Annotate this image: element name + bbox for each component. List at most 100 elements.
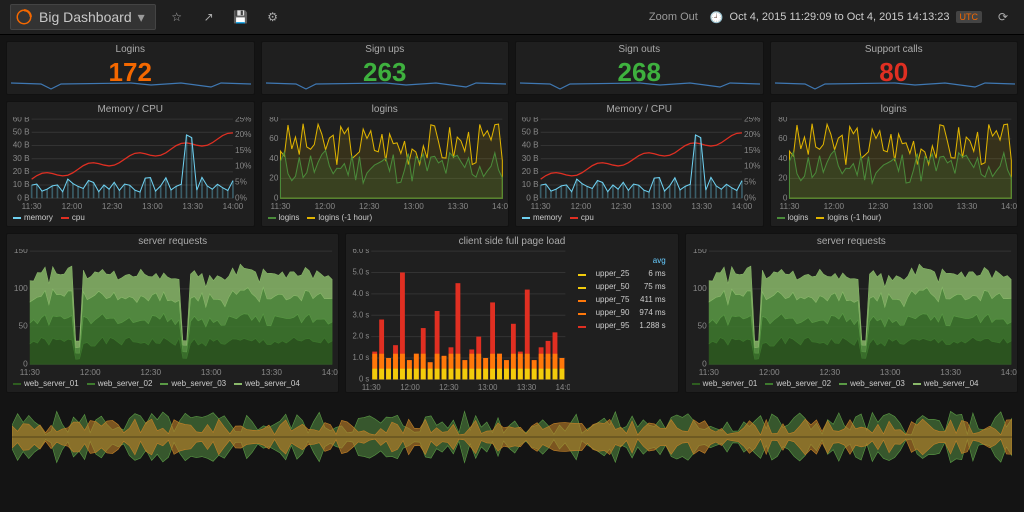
panel-footer-sparkline[interactable] [12,399,1012,475]
svg-text:11:30: 11:30 [270,201,290,211]
svg-text:13:30: 13:30 [691,201,712,211]
svg-text:6.0 s: 6.0 s [353,249,370,255]
svg-text:11:30: 11:30 [531,201,551,211]
clock-icon: 🕘 [710,11,724,24]
grafana-icon [15,8,33,26]
svg-text:12:00: 12:00 [62,201,83,211]
svg-text:20%: 20% [235,129,252,139]
svg-text:12:30: 12:30 [819,367,840,377]
svg-text:5%: 5% [235,176,247,186]
svg-text:13:00: 13:00 [403,201,424,211]
svg-text:11:30: 11:30 [22,201,42,211]
svg-text:13:00: 13:00 [142,201,163,211]
svg-text:20%: 20% [744,129,761,139]
panel-logins-1[interactable]: logins 02040608011:3012:0012:3013:0013:3… [261,101,510,227]
stat-panel-sign-outs[interactable]: Sign outs 268 [515,41,764,95]
svg-text:60 B: 60 B [13,117,30,123]
svg-text:12:00: 12:00 [314,201,335,211]
svg-text:13:00: 13:00 [879,367,900,377]
svg-text:10 B: 10 B [13,179,30,189]
svg-text:1.0 s: 1.0 s [353,353,370,362]
svg-text:12:30: 12:30 [102,201,123,211]
svg-text:60 B: 60 B [522,117,539,123]
svg-text:10%: 10% [744,161,761,171]
svg-text:40: 40 [778,153,787,163]
svg-text:14:00: 14:00 [223,201,244,211]
time-range-picker[interactable]: 🕘 Oct 4, 2015 11:29:09 to Oct 4, 2015 14… [710,11,982,24]
stat-panel-sign-ups[interactable]: Sign ups 263 [261,41,510,95]
svg-text:5.0 s: 5.0 s [353,267,370,276]
svg-text:150: 150 [693,249,707,255]
panel-page-load[interactable]: client side full page load 0 s1.0 s2.0 s… [345,233,678,393]
svg-text:12:00: 12:00 [759,367,780,377]
svg-text:50 B: 50 B [522,126,539,136]
svg-text:14:00: 14:00 [732,201,753,211]
sparkline [266,77,506,91]
panel-memory-cpu-2[interactable]: Memory / CPU 0 B10 B20 B30 B40 B50 B60 B… [515,101,764,227]
dashboard-picker[interactable]: Big Dashboard ▾ [10,4,156,30]
svg-text:60: 60 [778,133,787,143]
page-load-legend-table: avgupper_256 msupper_5075 msupper_75411 … [572,253,672,333]
svg-text:14:00: 14:00 [492,201,508,211]
svg-text:11:30: 11:30 [20,367,40,377]
sparkline [11,77,251,91]
panel-server-requests-2[interactable]: server requests 05010015011:3012:0012:30… [685,233,1018,393]
svg-text:25%: 25% [744,117,761,123]
svg-text:100: 100 [14,283,28,293]
svg-text:40 B: 40 B [13,139,30,149]
stat-panel-support-calls[interactable]: Support calls 80 [770,41,1019,95]
svg-text:12:30: 12:30 [611,201,632,211]
top-toolbar: Big Dashboard ▾ ☆ ↗ 💾 ⚙ Zoom Out 🕘 Oct 4… [0,0,1024,35]
svg-text:14:00: 14:00 [1001,201,1017,211]
svg-text:13:00: 13:00 [201,367,222,377]
svg-text:5%: 5% [744,176,756,186]
svg-text:2.0 s: 2.0 s [353,331,370,340]
svg-text:11:30: 11:30 [362,383,381,392]
svg-text:12:30: 12:30 [358,201,379,211]
svg-text:60: 60 [269,133,278,143]
svg-text:40 B: 40 B [522,139,539,149]
svg-text:14:00: 14:00 [556,383,570,392]
stat-panel-logins[interactable]: Logins 172 [6,41,255,95]
panel-server-requests-1[interactable]: server requests 05010015011:3012:0012:30… [6,233,339,393]
svg-text:11:30: 11:30 [698,367,718,377]
svg-text:150: 150 [14,249,28,255]
refresh-button[interactable]: ⟳ [992,6,1014,28]
svg-text:4.0 s: 4.0 s [353,289,370,298]
svg-text:20 B: 20 B [13,166,30,176]
time-range-text: Oct 4, 2015 11:29:09 to Oct 4, 2015 14:1… [730,11,950,23]
svg-text:50: 50 [19,321,29,331]
svg-text:30 B: 30 B [13,153,30,163]
zoom-out-button[interactable]: Zoom Out [649,11,698,23]
star-button[interactable]: ☆ [166,6,188,28]
svg-text:14:00: 14:00 [1000,367,1017,377]
svg-text:15%: 15% [235,145,252,155]
sparkline [520,77,760,91]
svg-text:20: 20 [269,172,278,182]
svg-text:80: 80 [269,117,278,123]
settings-button[interactable]: ⚙ [262,6,284,28]
panel-memory-cpu-1[interactable]: Memory / CPU 0 B10 B20 B30 B40 B50 B60 B… [6,101,255,227]
svg-text:13:30: 13:30 [956,201,977,211]
share-button[interactable]: ↗ [198,6,220,28]
svg-text:20 B: 20 B [522,166,539,176]
panel-logins-2[interactable]: logins 02040608011:3012:0012:3013:0013:3… [770,101,1019,227]
svg-text:12:00: 12:00 [401,383,421,392]
svg-text:40: 40 [269,153,278,163]
svg-text:50 B: 50 B [13,126,30,136]
timezone-badge: UTC [956,11,983,23]
save-button[interactable]: 💾 [230,6,252,28]
svg-text:15%: 15% [744,145,761,155]
svg-text:13:00: 13:00 [912,201,933,211]
svg-text:13:30: 13:30 [940,367,961,377]
svg-text:12:00: 12:00 [823,201,844,211]
svg-text:12:00: 12:00 [571,201,592,211]
svg-text:12:30: 12:30 [867,201,888,211]
svg-text:13:30: 13:30 [517,383,537,392]
svg-text:13:30: 13:30 [261,367,282,377]
svg-text:13:30: 13:30 [182,201,203,211]
svg-text:30 B: 30 B [522,153,539,163]
svg-text:12:30: 12:30 [140,367,161,377]
svg-text:25%: 25% [235,117,252,123]
svg-text:3.0 s: 3.0 s [353,310,370,319]
